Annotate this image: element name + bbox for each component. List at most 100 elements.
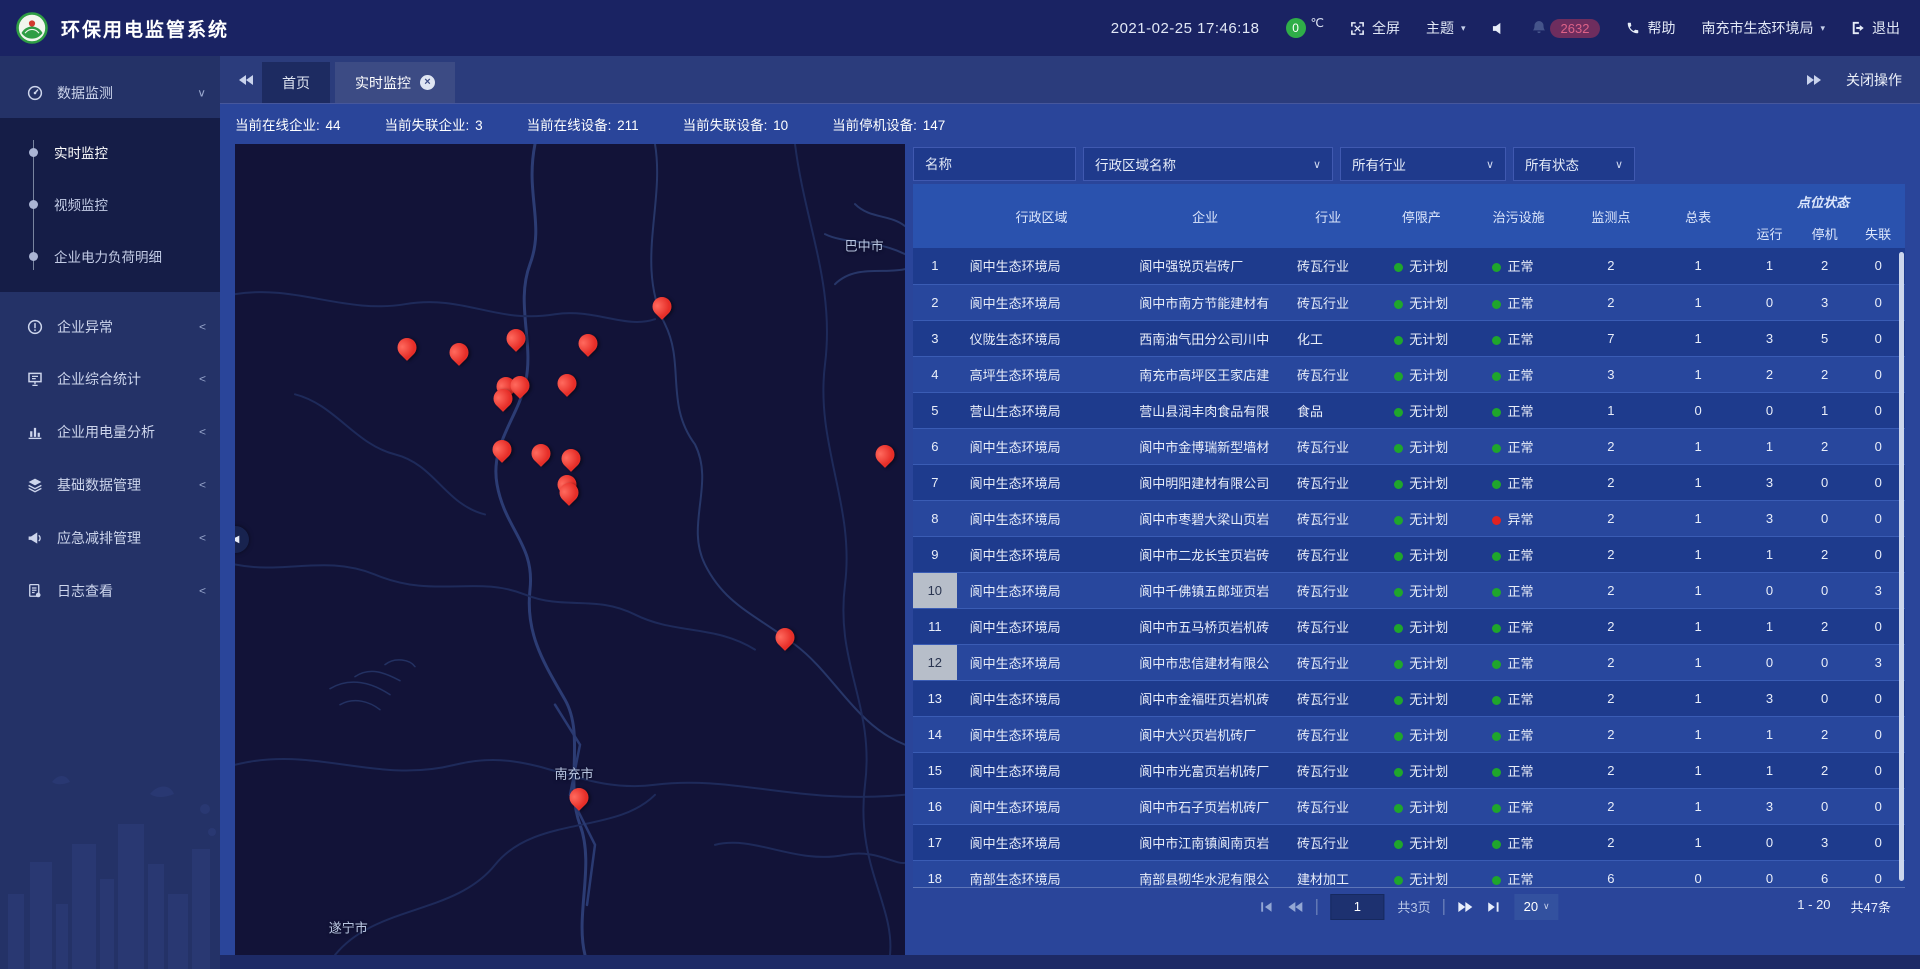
table-row[interactable]: 12阆中生态环境局阆中市忠信建材有限公砖瓦行业无计划正常21003 xyxy=(913,644,1905,680)
map-pin[interactable] xyxy=(561,449,580,468)
industry-filter-select[interactable]: 所有行业 ∨ xyxy=(1340,147,1506,181)
page-number-input[interactable] xyxy=(1330,894,1384,920)
page-size-select[interactable]: 20 ∨ xyxy=(1515,894,1559,920)
industry-cell: 化工 xyxy=(1284,320,1372,356)
table-row[interactable]: 16阆中生态环境局阆中市石子页岩机砖厂砖瓦行业无计划正常21300 xyxy=(913,788,1905,824)
tabs-scroll-right-button[interactable] xyxy=(1798,73,1830,87)
company-cell: 西南油气田分公司川中 xyxy=(1126,320,1284,356)
sidebar-subitem[interactable]: 实时监控 xyxy=(0,126,220,178)
map-pin[interactable] xyxy=(569,788,588,807)
table-row[interactable]: 17阆中生态环境局阆中市江南镇阆南页岩砖瓦行业无计划正常21030 xyxy=(913,824,1905,860)
table-row[interactable]: 1阆中生态环境局阆中强锐页岩砖厂砖瓦行业无计划正常21120 xyxy=(913,248,1905,284)
table-row[interactable]: 7阆中生态环境局阆中明阳建材有限公司砖瓦行业无计划正常21300 xyxy=(913,464,1905,500)
logout-button[interactable]: 退出 xyxy=(1851,18,1900,38)
sidebar-item-label: 日志查看 xyxy=(57,581,113,601)
table-row[interactable]: 14阆中生态环境局阆中大兴页岩机砖厂砖瓦行业无计划正常21120 xyxy=(913,716,1905,752)
table-scrollbar[interactable] xyxy=(1899,252,1904,881)
map-pin[interactable] xyxy=(493,440,512,459)
region-cell: 阆中生态环境局 xyxy=(957,572,1127,608)
map-pin[interactable] xyxy=(449,343,468,362)
help-button[interactable]: 帮助 xyxy=(1626,18,1675,38)
sidebar-item[interactable]: 企业综合统计< xyxy=(0,352,220,405)
map-pin[interactable] xyxy=(506,329,525,348)
industry-cell: 砖瓦行业 xyxy=(1284,248,1372,284)
table-row[interactable]: 9阆中生态环境局阆中市二龙长宝页岩砖砖瓦行业无计划正常21120 xyxy=(913,536,1905,572)
sidebar-item[interactable]: 日志查看< xyxy=(0,564,220,617)
table-row[interactable]: 6阆中生态环境局阆中市金博瑞新型墙材砖瓦行业无计划正常21120 xyxy=(913,428,1905,464)
chart-icon xyxy=(26,423,44,441)
tabs-scroll-left-button[interactable] xyxy=(230,73,262,87)
theme-dropdown[interactable]: 主题 ▾ xyxy=(1426,18,1466,38)
sidebar-item[interactable]: 基础数据管理< xyxy=(0,458,220,511)
map-pin[interactable] xyxy=(875,445,894,464)
map-pin[interactable] xyxy=(494,389,513,408)
map-pin[interactable] xyxy=(652,297,671,316)
sidebar-item[interactable]: 企业用电量分析< xyxy=(0,405,220,458)
facility-status-cell: 正常 xyxy=(1470,248,1566,284)
stat-label: 当前在线企业: xyxy=(235,118,324,133)
industry-cell: 砖瓦行业 xyxy=(1284,572,1372,608)
tab-realtime-monitor[interactable]: 实时监控 × xyxy=(335,62,455,103)
table-row[interactable]: 4高坪生态环境局南充市高坪区王家店建砖瓦行业无计划正常31220 xyxy=(913,356,1905,392)
notification-widget[interactable]: 2632 xyxy=(1531,19,1601,38)
stat-item: 当前失联设备: 10 xyxy=(683,114,833,134)
map-pin[interactable] xyxy=(558,374,577,393)
table-row[interactable]: 5营山生态环境局营山县润丰肉食品有限食品无计划正常10010 xyxy=(913,392,1905,428)
notification-count-badge: 2632 xyxy=(1550,19,1601,38)
map-pin[interactable] xyxy=(776,628,795,647)
limit-status-cell: 无计划 xyxy=(1372,392,1470,428)
tab-home[interactable]: 首页 xyxy=(262,62,330,103)
table-row[interactable]: 11阆中生态环境局阆中市五马桥页岩机砖砖瓦行业无计划正常21120 xyxy=(913,608,1905,644)
sidebar-item[interactable]: 数据监测∨ xyxy=(0,68,220,118)
name-filter-input[interactable] xyxy=(913,147,1076,181)
table-row[interactable]: 2阆中生态环境局阆中市南方节能建材有砖瓦行业无计划正常21030 xyxy=(913,284,1905,320)
map-pin[interactable] xyxy=(560,483,579,502)
status-dot-icon xyxy=(1394,516,1403,525)
facility-status-cell: 正常 xyxy=(1470,608,1566,644)
prev-page-button[interactable] xyxy=(1287,900,1303,914)
table-row[interactable]: 3仪陇生态环境局西南油气田分公司川中化工无计划正常71350 xyxy=(913,320,1905,356)
sound-toggle[interactable] xyxy=(1492,22,1505,35)
map-pin[interactable] xyxy=(579,334,598,353)
sidebar-subitem[interactable]: 企业电力负荷明细 xyxy=(0,230,220,282)
table-row[interactable]: 8阆中生态环境局阆中市枣碧大梁山页岩砖瓦行业无计划异常21300 xyxy=(913,500,1905,536)
run-count-cell: 3 xyxy=(1741,680,1798,716)
map-pin[interactable] xyxy=(510,376,529,395)
table-row[interactable]: 10阆中生态环境局阆中千佛镇五郎垭页岩砖瓦行业无计划正常21003 xyxy=(913,572,1905,608)
skyline-decoration xyxy=(0,754,220,969)
map-pin[interactable] xyxy=(398,338,417,357)
limit-status-cell: 无计划 xyxy=(1372,356,1470,392)
map-pin[interactable] xyxy=(532,444,551,463)
status-filter-select[interactable]: 所有状态 ∨ xyxy=(1513,147,1635,181)
limit-status-cell: 无计划 xyxy=(1372,716,1470,752)
tab-close-icon[interactable]: × xyxy=(420,75,435,90)
industry-cell: 砖瓦行业 xyxy=(1284,680,1372,716)
org-dropdown[interactable]: 南充市生态环境局 ▾ xyxy=(1701,18,1825,38)
sidebar-subitem[interactable]: 视频监控 xyxy=(0,178,220,230)
meter-count-cell: 0 xyxy=(1655,392,1741,428)
last-page-button[interactable] xyxy=(1487,900,1502,914)
map-panel[interactable]: 巴中市南充市遂宁市 ◀ xyxy=(235,144,905,955)
row-number-cell: 5 xyxy=(913,392,957,428)
table-row[interactable]: 15阆中生态环境局阆中市光富页岩机砖厂砖瓦行业无计划正常21120 xyxy=(913,752,1905,788)
first-page-button[interactable] xyxy=(1259,900,1274,914)
close-operations-button[interactable]: 关闭操作 xyxy=(1846,70,1902,90)
run-count-cell: 3 xyxy=(1741,788,1798,824)
column-header: 监测点 xyxy=(1567,184,1655,248)
facility-status-cell: 正常 xyxy=(1470,428,1566,464)
sidebar-item[interactable]: 企业异常< xyxy=(0,302,220,352)
log-icon xyxy=(26,582,44,600)
sidebar-item[interactable]: 应急减排管理< xyxy=(0,511,220,564)
run-count-cell: 0 xyxy=(1741,644,1798,680)
table-row[interactable]: 13阆中生态环境局阆中市金福旺页岩机砖砖瓦行业无计划正常21300 xyxy=(913,680,1905,716)
region-filter-select[interactable]: 行政区域名称 ∨ xyxy=(1083,147,1333,181)
halt-count-cell: 3 xyxy=(1798,284,1852,320)
fullscreen-button[interactable]: 全屏 xyxy=(1350,18,1400,38)
row-number-cell: 14 xyxy=(913,716,957,752)
stat-value: 10 xyxy=(773,118,788,133)
monitor-count-cell: 2 xyxy=(1567,500,1655,536)
next-page-button[interactable] xyxy=(1458,900,1474,914)
table-row[interactable]: 18南部生态环境局南部县砌华水泥有限公建材加工无计划正常60060 xyxy=(913,860,1905,887)
datetime: 2021-02-25 17:46:18 xyxy=(1111,20,1260,37)
monitor-count-cell: 2 xyxy=(1567,788,1655,824)
